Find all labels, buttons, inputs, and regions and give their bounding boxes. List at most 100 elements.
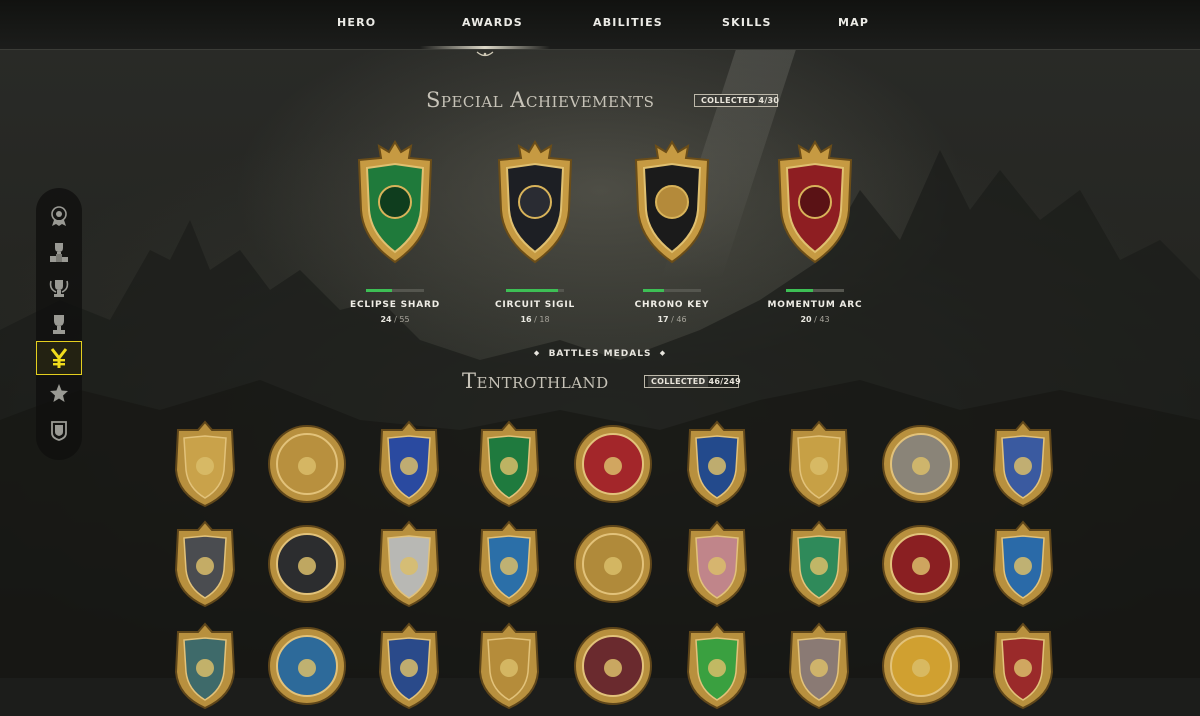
medal-item[interactable] bbox=[466, 518, 552, 610]
flourish-ornament-icon bbox=[476, 51, 494, 57]
medal-item[interactable] bbox=[674, 620, 760, 712]
tab-map[interactable]: MAP bbox=[838, 16, 869, 29]
collected-value: 46/249 bbox=[708, 377, 742, 386]
achievement-count: 24 / 55 bbox=[380, 315, 410, 324]
achievement-current: 16 bbox=[520, 315, 532, 324]
medal-item[interactable] bbox=[980, 418, 1066, 510]
medal-item[interactable] bbox=[878, 620, 964, 712]
tab-abilities[interactable]: ABILITIES bbox=[593, 16, 663, 29]
black-lion-shield-medal-icon bbox=[268, 525, 346, 603]
tab-hero[interactable]: HERO bbox=[337, 16, 376, 29]
medal-item[interactable] bbox=[980, 620, 1066, 712]
tab-awards[interactable]: AWARDS bbox=[462, 16, 523, 29]
collected-tag: COLLECTED bbox=[698, 95, 759, 106]
phoenix-medal-icon bbox=[882, 627, 960, 705]
green-gem-medal-icon bbox=[686, 622, 748, 710]
medal-item[interactable] bbox=[466, 620, 552, 712]
red-pentagram-medal-icon bbox=[882, 525, 960, 603]
medal-item[interactable] bbox=[366, 418, 452, 510]
medal-badge-icon[interactable] bbox=[45, 202, 73, 230]
medal-item[interactable] bbox=[570, 418, 656, 510]
medal-item[interactable] bbox=[366, 518, 452, 610]
achievement-total: 46 bbox=[676, 315, 687, 324]
medal-item[interactable] bbox=[264, 518, 350, 610]
medal-item[interactable] bbox=[264, 620, 350, 712]
achievement-progress-bar bbox=[643, 289, 701, 292]
cup-trophy-icon[interactable] bbox=[45, 310, 73, 338]
achievement-total: 18 bbox=[539, 315, 550, 324]
battles-medals-subheading: ◆ BATTLES MEDALS ◆ bbox=[530, 349, 670, 359]
silver-eagle-shield-medal-icon bbox=[788, 622, 850, 710]
silver-eagle-medal-icon bbox=[378, 520, 440, 608]
medal-item[interactable] bbox=[264, 418, 350, 510]
achievement-current: 20 bbox=[800, 315, 812, 324]
achievement-total: 43 bbox=[819, 315, 830, 324]
medal-item[interactable] bbox=[980, 518, 1066, 610]
collected-tag: COLLECTED bbox=[648, 376, 709, 387]
achievement-current: 17 bbox=[657, 315, 669, 324]
special-collected-badge: COLLECTED 4/30 bbox=[694, 94, 780, 107]
blue-crest-medal-icon bbox=[268, 627, 346, 705]
achievement-total: 55 bbox=[399, 315, 410, 324]
blue-griffin-crest-medal-icon bbox=[574, 525, 652, 603]
green-lion-medal-icon bbox=[788, 520, 850, 608]
medal-item[interactable] bbox=[162, 418, 248, 510]
blue-dragon-shield-medal-icon bbox=[478, 520, 540, 608]
achievement-name: MOMENTUM ARC bbox=[767, 300, 863, 310]
octopus-medal-icon bbox=[882, 425, 960, 503]
medal-item[interactable] bbox=[776, 418, 862, 510]
medal-item[interactable] bbox=[466, 418, 552, 510]
red-rose-medal-icon bbox=[992, 622, 1054, 710]
pink-rune-shield-medal-icon bbox=[686, 520, 748, 608]
medal-item[interactable] bbox=[366, 620, 452, 712]
achievement-name: CIRCUIT SIGIL bbox=[494, 300, 576, 310]
medal-item[interactable] bbox=[570, 518, 656, 610]
special-achievements-title: Special Achievements bbox=[426, 88, 655, 112]
banner-shield-icon[interactable] bbox=[45, 416, 73, 444]
dark-mirror-medal-icon bbox=[174, 622, 236, 710]
medal-item[interactable] bbox=[162, 620, 248, 712]
red-eagle-shield-icon bbox=[777, 140, 853, 264]
podium-trophy-icon[interactable] bbox=[45, 238, 73, 266]
medal-item[interactable] bbox=[878, 418, 964, 510]
star-shield-icon[interactable] bbox=[45, 380, 73, 408]
golden-eagle-medal-icon bbox=[174, 420, 236, 508]
blue-dragon-shield-medal-icon bbox=[686, 420, 748, 508]
blue-star-medal-icon bbox=[992, 520, 1054, 608]
red-eagle-shield-medal-icon bbox=[574, 425, 652, 503]
award-category-sidebar bbox=[36, 188, 82, 460]
medal-item[interactable] bbox=[776, 518, 862, 610]
tab-skills[interactable]: SKILLS bbox=[722, 16, 772, 29]
green-orc-shield-icon bbox=[357, 140, 433, 264]
medal-item[interactable] bbox=[162, 518, 248, 610]
achievement-current: 24 bbox=[380, 315, 392, 324]
griffin-crest-medal-icon bbox=[268, 425, 346, 503]
medal-item[interactable] bbox=[674, 418, 760, 510]
blue-gnome-medal-icon bbox=[378, 622, 440, 710]
tentrothland-title: Tentrothland bbox=[462, 369, 609, 393]
yen-currency-icon[interactable] bbox=[36, 341, 82, 375]
medal-item[interactable] bbox=[570, 620, 656, 712]
achievement-count: 17 / 46 bbox=[657, 315, 687, 324]
medal-item[interactable] bbox=[776, 620, 862, 712]
active-tab-underline bbox=[420, 46, 550, 49]
achievement-progress-fill bbox=[643, 289, 665, 292]
blue-eagle-crest-medal-icon bbox=[788, 420, 850, 508]
battles-medals-label: BATTLES MEDALS bbox=[548, 349, 652, 359]
top-navigation: HERO AWARDS ABILITIES SKILLS MAP bbox=[0, 0, 1200, 50]
dark-beast-shield-medal-icon bbox=[174, 520, 236, 608]
dark-red-dragon-medal-icon bbox=[574, 627, 652, 705]
achievement-count: 20 / 43 bbox=[800, 315, 830, 324]
gnome-medal-icon bbox=[992, 420, 1054, 508]
green-bow-medal-icon bbox=[478, 420, 540, 508]
achievement-name: CHRONO KEY bbox=[634, 300, 710, 310]
golden-griffin-crest-icon bbox=[634, 140, 710, 264]
medal-item[interactable] bbox=[878, 518, 964, 610]
achievement-progress-fill bbox=[366, 289, 392, 292]
achievement-progress-fill bbox=[506, 289, 558, 292]
blue-horse-medal-icon bbox=[378, 420, 440, 508]
collected-value: 4/30 bbox=[758, 96, 780, 105]
battles-collected-badge: COLLECTED 46/249 bbox=[644, 375, 742, 388]
laurel-trophy-icon[interactable] bbox=[45, 274, 73, 302]
medal-item[interactable] bbox=[674, 518, 760, 610]
